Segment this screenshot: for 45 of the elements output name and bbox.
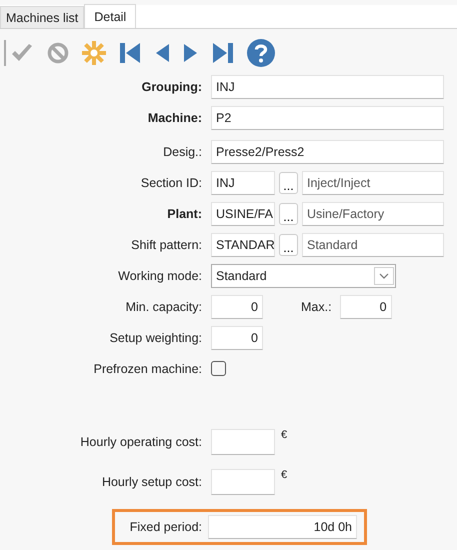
text-field[interactable]: INJ [211,74,444,98]
prohibited-icon[interactable] [47,42,69,64]
duration-field[interactable]: 10d 0h [208,515,357,539]
code-field[interactable]: INJ [211,170,275,194]
browse-button[interactable]: ... [279,234,298,256]
dropdown[interactable]: Standard [211,264,396,288]
tab[interactable]: Machines list [0,6,84,28]
field-label: Min. capacity: [126,300,202,314]
number-field[interactable]: 0 [211,294,263,318]
number-field[interactable]: 0 [340,294,392,318]
description-field[interactable]: Usine/Factory [302,202,444,226]
amount-field[interactable] [211,468,275,494]
amount-field[interactable] [211,428,275,454]
number-field[interactable]: 0 [211,326,263,350]
text-field[interactable]: Presse2/Press2 [211,140,444,164]
browse-button[interactable]: ... [279,172,298,194]
last-record-icon[interactable] [212,42,234,64]
browse-button[interactable]: ... [279,202,298,224]
field-label: Fixed period: [130,520,202,534]
code-field[interactable]: STANDAR [211,232,275,256]
description-field[interactable]: Standard [302,232,444,256]
field-label: Grouping: [142,80,202,94]
field-label: Section ID: [140,176,202,190]
field-label: Hourly operating cost: [80,434,202,448]
chevron-icon[interactable] [374,266,394,284]
checkbox[interactable] [211,361,226,376]
field-label: Prefrozen machine: [94,362,202,376]
field-label: Machine: [148,110,202,124]
field-label: Setup weighting: [110,330,202,344]
field-label: Hourly setup cost: [102,474,202,488]
field-label: Plant: [167,206,202,220]
currency-symbol: € [281,468,288,480]
currency-symbol: € [281,428,288,440]
field-label: Working mode: [118,268,202,282]
help-icon[interactable] [247,39,275,67]
next-icon[interactable] [183,42,199,64]
tab[interactable]: Detail [84,4,136,28]
field-label: Desig.: [163,144,202,158]
text-field[interactable]: P2 [211,106,444,130]
field-label: Shift pattern: [131,238,202,252]
field-label: Max.: [301,300,332,314]
first-record-icon[interactable] [119,42,141,64]
description-field[interactable]: Inject/Inject [302,170,444,194]
previous-icon[interactable] [154,42,170,64]
code-field[interactable]: USINE/FA [211,202,275,226]
